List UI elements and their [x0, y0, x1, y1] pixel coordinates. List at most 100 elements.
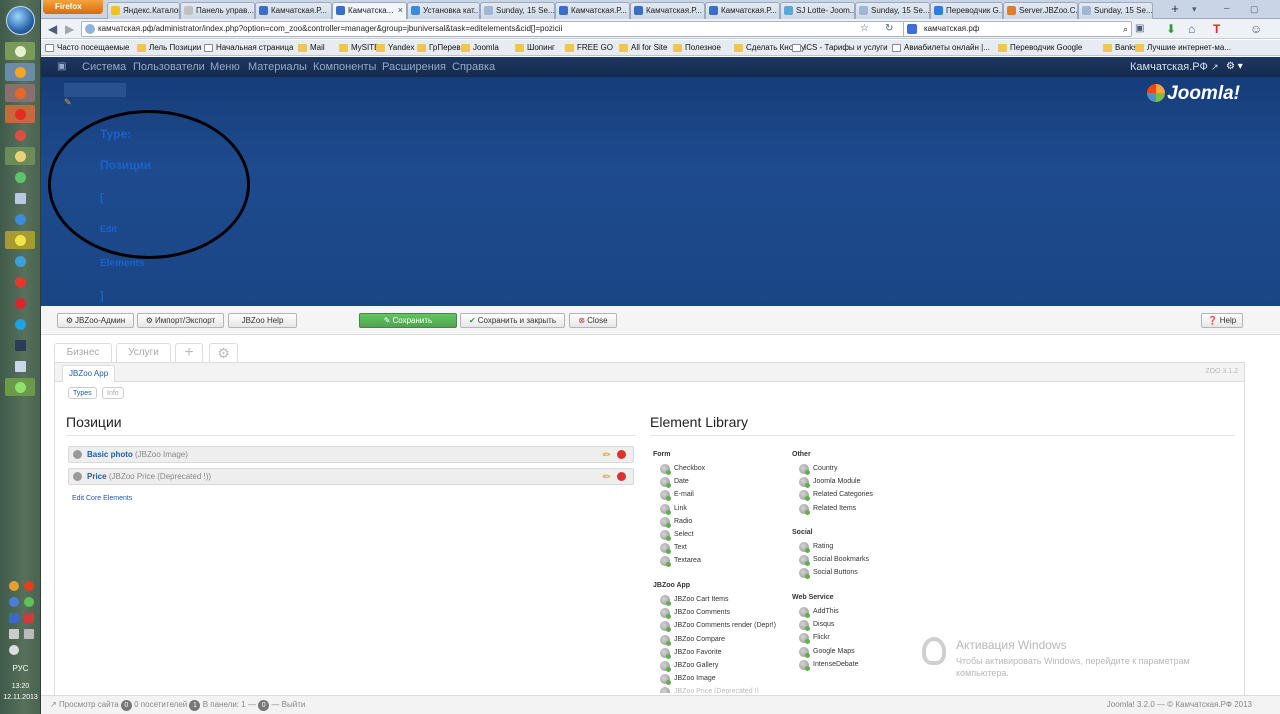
taskbar-app-icon[interactable] [5, 252, 35, 270]
app-tab-business[interactable]: Бизнес [54, 343, 112, 362]
browser-tab[interactable]: Переводчик G... [930, 2, 1003, 19]
browser-tab[interactable]: Панель управ... [180, 2, 255, 19]
library-element-item[interactable]: JBZoo Image [660, 674, 716, 686]
bookmark-item[interactable]: Шопинг [515, 42, 555, 54]
library-element-item[interactable]: Country [799, 464, 838, 475]
taskbar-app-icon[interactable] [5, 273, 35, 291]
url-bar[interactable]: камчатская.рф/administrator/index.php?op… [81, 21, 916, 37]
joomla-menu-item[interactable]: Меню [210, 60, 240, 74]
tray-icon[interactable] [9, 581, 19, 591]
library-element-item[interactable]: Joomla Module [799, 477, 860, 489]
taskbar-app-icon[interactable] [5, 378, 35, 396]
maximize-icon[interactable]: ▢ [1250, 1, 1259, 17]
library-element-item[interactable]: Link [660, 503, 687, 515]
translate-addon-icon[interactable]: T [1213, 21, 1220, 37]
bookmark-item[interactable]: Joomla [461, 42, 499, 54]
signal-icon[interactable] [24, 629, 34, 639]
joomla-menu-item[interactable]: Система [82, 60, 126, 74]
skype-taskbar-icon[interactable] [5, 315, 35, 333]
tray-icon[interactable] [24, 581, 34, 591]
bookmark-item[interactable]: Mail [298, 42, 325, 54]
opera-taskbar-icon[interactable] [5, 294, 35, 312]
element-row-basic-photo[interactable]: Basic photo (JBZoo Image) ✏ [68, 446, 634, 463]
bookmark-item[interactable]: Переводчик Google [998, 42, 1082, 54]
minimize-icon[interactable]: – [1224, 1, 1230, 17]
library-element-item[interactable]: Rating [799, 542, 833, 553]
library-element-item[interactable]: JBZoo Comments render (Depr!) [660, 621, 776, 633]
element-name[interactable]: Price [87, 472, 107, 481]
browser-tab[interactable]: Установка кат... [407, 2, 480, 19]
bookmark-item[interactable]: All for Site [619, 42, 667, 54]
browser-tab[interactable]: Камчатская.Р... [255, 2, 332, 19]
library-element-item[interactable]: AddThis [799, 607, 839, 618]
browser-tab[interactable]: Sunday, 15 Se... [1078, 2, 1153, 19]
bookmark-item[interactable]: Начальная страница [204, 42, 293, 54]
browser-tab[interactable]: Камчатская.Р... [630, 2, 705, 19]
library-element-item[interactable]: Text [660, 543, 687, 555]
settings-tab-gear-icon[interactable]: ⚙ [209, 343, 238, 362]
firefox-taskbar-icon[interactable] [5, 84, 35, 102]
types-pill[interactable]: Types [68, 387, 97, 399]
taskbar-app-icon[interactable] [5, 63, 35, 81]
jbzoo-help-button[interactable]: JBZoo Help [228, 313, 297, 328]
joomla-menu-item[interactable]: Расширения [382, 60, 446, 74]
save-and-close-button[interactable]: ✔ Сохранить и закрыть [460, 313, 565, 328]
bookmark-item[interactable]: ICS - Тарифы и услуги [792, 42, 888, 54]
clock-time[interactable]: 13:20 [0, 683, 41, 690]
taskbar-app-icon[interactable] [5, 336, 35, 354]
browser-tab[interactable]: Яндекс.Каталог [107, 2, 180, 19]
joomla-menu-item[interactable]: Справка [452, 60, 495, 74]
download-icon[interactable]: ⬇ [1166, 21, 1176, 37]
screenshot-addon-icon[interactable]: ▣ [1135, 21, 1144, 37]
library-element-item[interactable]: Related Categories [799, 490, 873, 502]
element-name[interactable]: Basic photo [87, 450, 133, 459]
network-icon[interactable] [9, 629, 19, 639]
joomla-menu-item[interactable]: Материалы [248, 60, 307, 74]
library-element-item[interactable]: JBZoo Price (Deprecated !) [660, 687, 759, 694]
new-tab-button[interactable]: + [1165, 2, 1185, 18]
ie-taskbar-icon[interactable] [5, 210, 35, 228]
bookmark-item[interactable]: Часто посещаемые [45, 42, 129, 54]
browser-tab[interactable]: Камчатская.Р... [555, 2, 630, 19]
taskbar-app-icon[interactable] [5, 357, 35, 375]
logout-link[interactable]: — Выйти [271, 700, 305, 709]
bookmark-item[interactable]: Лучшие интернет-ма... [1135, 42, 1231, 54]
bookmark-item[interactable]: Yandex [376, 42, 415, 54]
info-pill[interactable]: Info [102, 387, 124, 399]
joomla-menu-icon[interactable]: ▣ [57, 60, 66, 74]
library-element-item[interactable]: JBZoo Favorite [660, 647, 721, 659]
app-tab-services[interactable]: Услуги [116, 343, 171, 362]
taskbar-app-icon[interactable] [5, 147, 35, 165]
browser-tab[interactable]: Server.JBZoo.C... [1003, 2, 1078, 19]
library-element-item[interactable]: IntenseDebate [799, 659, 859, 671]
forward-icon[interactable]: ▶ [65, 21, 74, 37]
taskbar-app-icon[interactable] [5, 42, 35, 60]
bookmark-star-icon[interactable]: ☆ [860, 21, 869, 37]
jbzoo-admin-button[interactable]: ⚙ JBZoo-Админ [57, 313, 134, 328]
bookmark-item[interactable]: Banks [1103, 42, 1137, 54]
bookmark-item[interactable]: Полезное [673, 42, 721, 54]
delete-icon[interactable] [617, 450, 626, 459]
close-button[interactable]: ⊗ Close [569, 313, 617, 328]
volume-icon[interactable] [9, 645, 19, 655]
library-element-item[interactable]: Select [660, 530, 693, 541]
library-element-item[interactable]: Date [660, 477, 689, 489]
library-element-item[interactable]: JBZoo Cart Items [660, 595, 728, 606]
library-element-item[interactable]: Disqus [799, 620, 834, 632]
help-button[interactable]: ❓ Help [1201, 313, 1243, 328]
start-button[interactable] [6, 6, 35, 35]
tab-list-icon[interactable]: ▾ [1192, 1, 1197, 17]
tray-icon[interactable] [24, 597, 34, 607]
add-app-tab-plus-icon[interactable]: + [175, 343, 203, 362]
edit-pencil-icon[interactable]: ✏ [603, 470, 611, 485]
tab-jbzoo-app[interactable]: JBZoo App [62, 365, 116, 382]
save-button[interactable]: ✎ Сохранить [359, 313, 457, 328]
library-element-item[interactable]: JBZoo Compare [660, 634, 725, 646]
addon-icon[interactable]: ☺ [1250, 21, 1262, 37]
library-element-item[interactable]: Social Buttons [799, 568, 858, 580]
yandex-taskbar-icon[interactable] [5, 105, 35, 123]
search-engine-icon[interactable] [907, 24, 917, 34]
taskbar-app-icon[interactable] [5, 189, 35, 207]
library-element-item[interactable]: E-mail [660, 490, 694, 502]
browser-tab[interactable]: SJ Lotte- Joom... [780, 2, 855, 19]
